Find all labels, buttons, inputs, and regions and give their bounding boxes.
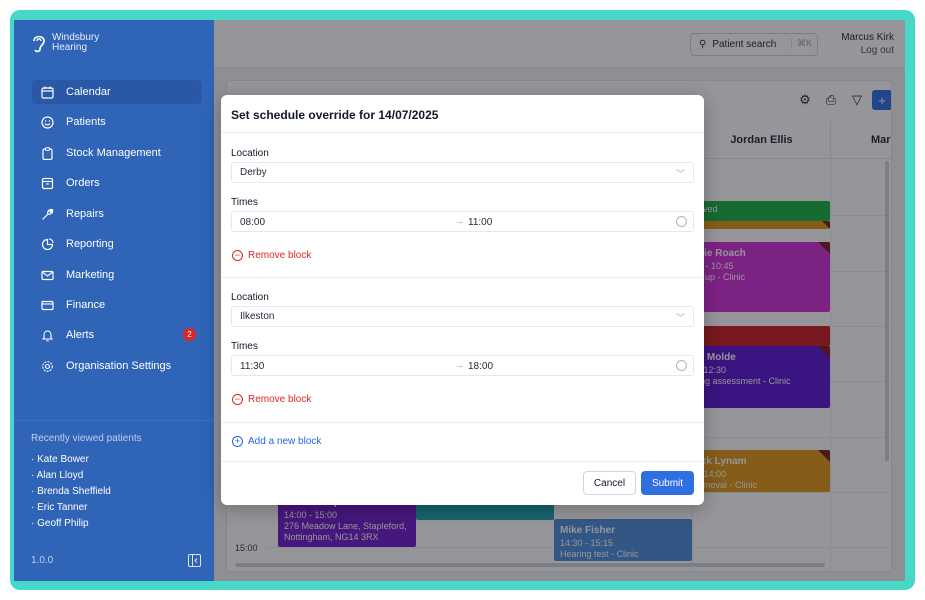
sidebar-item-finance[interactable]: Finance [32, 293, 202, 317]
gear-icon [40, 359, 54, 373]
chevron-down-icon: ﹀ [675, 169, 685, 179]
sidebar-item-calendar[interactable]: Calendar [32, 80, 202, 104]
box-icon [40, 176, 54, 190]
location-label: Location [231, 148, 269, 159]
location-select[interactable]: Derby ﹀ [231, 162, 694, 183]
wrench-icon [40, 207, 54, 221]
divider [221, 422, 704, 423]
mail-icon [40, 268, 54, 282]
sidebar-item-stock-management[interactable]: Stock Management [32, 141, 202, 165]
app-window: Windsbury Hearing Calendar Patients Stoc… [14, 20, 905, 581]
minus-circle-icon: − [232, 250, 243, 261]
times-label: Times [231, 197, 258, 208]
recent-patient-link[interactable]: · Kate Bower [31, 452, 111, 468]
sidebar-item-orders[interactable]: Orders [32, 171, 202, 195]
minus-circle-icon: − [232, 394, 243, 405]
recent-patient-link[interactable]: · Eric Tanner [31, 500, 111, 516]
time-range-input[interactable]: 08:00 → 11:00 [231, 211, 694, 232]
clipboard-icon [40, 146, 54, 160]
recent-patient-link[interactable]: · Geoff Philip [31, 516, 111, 532]
sidebar-divider [14, 420, 214, 421]
sidebar-item-reporting[interactable]: Reporting [32, 232, 202, 256]
bell-icon [40, 328, 54, 342]
sidebar-item-label: Patients [66, 116, 106, 128]
chevron-down-icon: ﹀ [675, 313, 685, 323]
recent-patient-name[interactable]: Alan Lloyd [37, 470, 84, 481]
location-select[interactable]: Ilkeston ﹀ [231, 306, 694, 327]
end-time[interactable]: 11:00 [468, 217, 492, 228]
remove-block-label: Remove block [248, 394, 312, 405]
recent-patient-name[interactable]: Geoff Philip [37, 518, 89, 529]
plus-circle-icon: + [232, 436, 243, 447]
add-block-label: Add a new block [248, 436, 322, 447]
brand-logo[interactable]: Windsbury Hearing [30, 32, 99, 54]
add-block-button[interactable]: + Add a new block [232, 436, 321, 447]
sidebar-item-label: Repairs [66, 208, 104, 220]
sidebar-item-patients[interactable]: Patients [32, 110, 202, 134]
ear-logo-icon [33, 35, 45, 53]
schedule-override-modal: Set schedule override for 14/07/2025 Loc… [221, 95, 704, 505]
divider [221, 461, 704, 462]
location-value: Derby [240, 167, 267, 178]
alerts-count-badge: 2 [183, 328, 196, 341]
clock-icon [676, 216, 687, 227]
sidebar-item-marketing[interactable]: Marketing [32, 263, 202, 287]
arrow-right-icon: → [454, 360, 464, 371]
sidebar: Windsbury Hearing Calendar Patients Stoc… [14, 20, 214, 581]
remove-block-button[interactable]: − Remove block [232, 250, 311, 261]
remove-block-button[interactable]: − Remove block [232, 394, 311, 405]
times-label: Times [231, 341, 258, 352]
sidebar-item-label: Organisation Settings [66, 360, 172, 372]
sidebar-item-label: Reporting [66, 238, 114, 250]
recent-patient-link[interactable]: · Brenda Sheffield [31, 484, 111, 500]
recent-patient-name[interactable]: Brenda Sheffield [37, 486, 111, 497]
submit-button[interactable]: Submit [641, 471, 694, 495]
sidebar-item-label: Stock Management [66, 147, 161, 159]
clock-icon [676, 360, 687, 371]
recent-patient-link[interactable]: · Alan Lloyd [31, 468, 111, 484]
app-version: 1.0.0 [31, 555, 54, 566]
recent-patient-name[interactable]: Kate Bower [37, 454, 89, 465]
sidebar-item-label: Finance [66, 299, 106, 311]
calendar-icon [40, 85, 54, 99]
sidebar-item-organisation-settings[interactable]: Organisation Settings [32, 354, 202, 378]
sidebar-item-label: Alerts [66, 329, 95, 341]
time-range-input[interactable]: 11:30 → 18:00 [231, 355, 694, 376]
modal-title: Set schedule override for 14/07/2025 [231, 108, 439, 122]
start-time[interactable]: 11:30 [240, 361, 264, 372]
recent-patients-list: · Kate Bower · Alan Lloyd · Brenda Sheff… [31, 452, 111, 532]
start-time[interactable]: 08:00 [240, 217, 265, 228]
pie-chart-icon [40, 237, 54, 251]
smile-icon [40, 115, 54, 129]
card-icon [40, 298, 54, 312]
sidebar-item-label: Calendar [66, 86, 111, 98]
location-label: Location [231, 292, 269, 303]
recent-patients-title: Recently viewed patients [31, 433, 142, 444]
sidebar-item-label: Orders [66, 177, 100, 189]
sidebar-item-repairs[interactable]: Repairs [32, 202, 202, 226]
cancel-button[interactable]: Cancel [583, 471, 636, 495]
divider [221, 132, 704, 133]
brand-name-line2: Hearing [52, 42, 88, 53]
sidebar-item-alerts[interactable]: Alerts 2 [32, 323, 202, 347]
recent-patient-name[interactable]: Eric Tanner [37, 502, 87, 513]
sidebar-item-label: Marketing [66, 269, 115, 281]
location-value: Ilkeston [240, 311, 275, 322]
arrow-right-icon: → [454, 216, 464, 227]
divider [221, 277, 704, 278]
collapse-sidebar-icon[interactable] [188, 554, 201, 567]
end-time[interactable]: 18:00 [468, 361, 493, 372]
remove-block-label: Remove block [248, 250, 312, 261]
